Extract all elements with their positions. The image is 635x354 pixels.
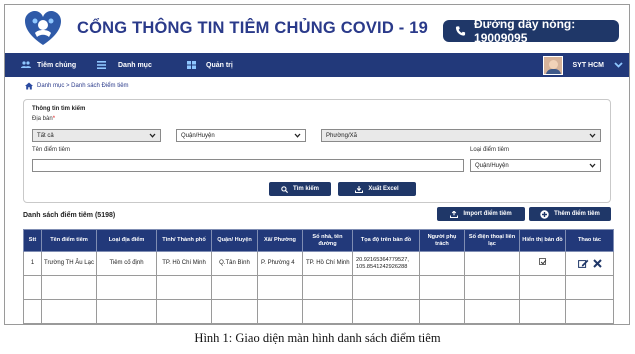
cell-phone xyxy=(464,251,520,276)
plus-circle-icon xyxy=(540,209,549,219)
nav-item-admin[interactable]: Quản trị xyxy=(187,53,233,77)
site-table: Stt Tên điểm tiêm Loại địa điểm Tỉnh/ Th… xyxy=(23,229,614,324)
search-panel: Thông tin tìm kiếm Địa bàn* Tất cả Quận/… xyxy=(23,99,611,203)
edit-icon[interactable] xyxy=(577,259,589,268)
site-type-label: Loại điểm tiêm xyxy=(470,147,510,153)
app-window: CỔNG THÔNG TIN TIÊM CHỦNG COVID - 19 Đườ… xyxy=(4,4,630,325)
breadcrumb-text[interactable]: Danh mục > Danh sách Điểm tiêm xyxy=(37,83,129,89)
group-icon xyxy=(21,61,31,68)
col-header-phone: Số điện thoại liên lạc xyxy=(464,229,520,252)
site-name-label: Tên điểm tiêm xyxy=(32,147,71,153)
portal-title: CỔNG THÔNG TIN TIÊM CHỦNG COVID - 19 xyxy=(77,19,428,37)
area-label-text: Địa bàn xyxy=(32,116,53,122)
table-header-row: Stt Tên điểm tiêm Loại địa điểm Tỉnh/ Th… xyxy=(23,229,614,252)
col-header-map-display: Hiển thị bản đồ xyxy=(519,229,566,252)
table-row-empty xyxy=(23,275,614,300)
chevron-down-icon xyxy=(294,133,301,138)
hotline-badge[interactable]: Đường dây nóng: 19009095 xyxy=(443,17,619,45)
windows-icon xyxy=(187,61,196,69)
delete-icon[interactable] xyxy=(592,259,602,268)
cell-stt: 1 xyxy=(23,251,42,276)
search-panel-title: Thông tin tìm kiếm xyxy=(32,106,86,112)
cell-coordinates: 20.92165364779527, 105.8541242926288 xyxy=(352,251,420,276)
user-name: SYT HCM xyxy=(572,61,605,69)
col-header-site-name: Tên điểm tiêm xyxy=(41,229,97,252)
cell-map-display xyxy=(519,251,566,276)
upload-icon xyxy=(450,210,459,218)
search-icon xyxy=(281,185,288,193)
chevron-down-icon xyxy=(614,62,623,68)
import-button[interactable]: Import điểm tiêm xyxy=(437,207,525,221)
col-header-person: Người phụ trách xyxy=(419,229,465,252)
import-button-label: Import điểm tiêm xyxy=(463,211,512,217)
cell-site-type: Tiêm cố định xyxy=(96,251,157,276)
chevron-down-icon xyxy=(589,163,596,168)
ward-select[interactable]: Phường/Xã xyxy=(321,129,601,142)
district-select-value: Quận/Huyện xyxy=(181,132,215,139)
cell-street: TP. Hồ Chí Minh xyxy=(302,251,353,276)
nav-label-vaccination: Tiêm chủng xyxy=(37,61,77,69)
col-header-street: Số nhà, tên đường xyxy=(302,229,353,252)
search-button[interactable]: Tìm kiếm xyxy=(269,182,331,196)
cell-site-name: Trường TH Âu Lạc xyxy=(41,251,97,276)
map-display-checkbox[interactable] xyxy=(539,258,546,266)
nav-item-catalog[interactable]: Danh mục xyxy=(97,53,152,77)
user-menu[interactable]: SYT HCM xyxy=(542,55,624,75)
required-mark: * xyxy=(52,116,56,122)
main-navbar: Tiêm chủng Danh mục Quản trị SYT HCM xyxy=(5,53,629,77)
export-excel-button[interactable]: Xuất Excel xyxy=(338,182,416,196)
cell-person xyxy=(419,251,465,276)
table-row: 1 Trường TH Âu Lạc Tiêm cố định TP. Hồ C… xyxy=(23,251,614,276)
phone-icon xyxy=(455,26,466,36)
col-header-province: Tỉnh/ Thành phố xyxy=(156,229,212,252)
hotline-text: Đường dây nóng: 19009095 xyxy=(474,17,576,45)
cell-actions xyxy=(565,251,614,276)
site-type-select-value: Quận/Huyện xyxy=(475,162,509,169)
table-row-empty xyxy=(23,323,614,324)
site-name-input[interactable] xyxy=(32,159,464,172)
avatar xyxy=(542,55,563,75)
col-header-stt: Stt xyxy=(23,229,42,252)
home-icon[interactable] xyxy=(25,82,33,90)
cell-ward: P. Phường 4 xyxy=(257,251,303,276)
header: CỔNG THÔNG TIN TIÊM CHỦNG COVID - 19 Đườ… xyxy=(5,5,629,51)
site-list-title: Danh sách điểm tiêm (5198) xyxy=(23,212,116,219)
col-header-coordinates: Tọa độ trên bản đồ xyxy=(352,229,420,252)
chevron-down-icon xyxy=(149,133,156,138)
province-select-value: Tất cả xyxy=(37,132,54,139)
col-header-ward: Xã/ Phường xyxy=(257,229,303,252)
nav-item-vaccination[interactable]: Tiêm chủng xyxy=(21,53,76,77)
covid-portal-logo xyxy=(25,11,61,45)
cell-district: Q.Tân Bình xyxy=(211,251,258,276)
chevron-down-icon xyxy=(589,133,596,138)
site-type-select[interactable]: Quận/Huyện xyxy=(470,159,601,172)
district-select[interactable]: Quận/Huyện xyxy=(176,129,306,142)
col-header-site-type: Loại địa điểm xyxy=(96,229,157,252)
col-header-actions: Thao tác xyxy=(565,229,614,252)
search-button-label: Tìm kiếm xyxy=(292,186,319,192)
table-row-empty xyxy=(23,299,614,324)
download-icon xyxy=(355,185,364,193)
nav-label-catalog: Danh mục xyxy=(118,61,152,69)
cell-province: TP. Hồ Chí Minh xyxy=(156,251,212,276)
add-button-label: Thêm điểm tiêm xyxy=(554,211,600,217)
province-select[interactable]: Tất cả xyxy=(32,129,161,142)
list-icon xyxy=(97,61,106,69)
figure-caption: Hình 1: Giao diện màn hình danh sách điể… xyxy=(194,331,441,345)
export-button-label: Xuất Excel xyxy=(368,186,399,192)
ward-select-value: Phường/Xã xyxy=(326,132,357,139)
nav-label-admin: Quản trị xyxy=(206,61,233,69)
breadcrumb: Danh mục > Danh sách Điểm tiêm xyxy=(25,80,129,92)
add-site-button[interactable]: Thêm điểm tiêm xyxy=(529,207,611,221)
area-label: Địa bàn* xyxy=(32,116,55,122)
col-header-district: Quận/ Huyện xyxy=(211,229,258,252)
